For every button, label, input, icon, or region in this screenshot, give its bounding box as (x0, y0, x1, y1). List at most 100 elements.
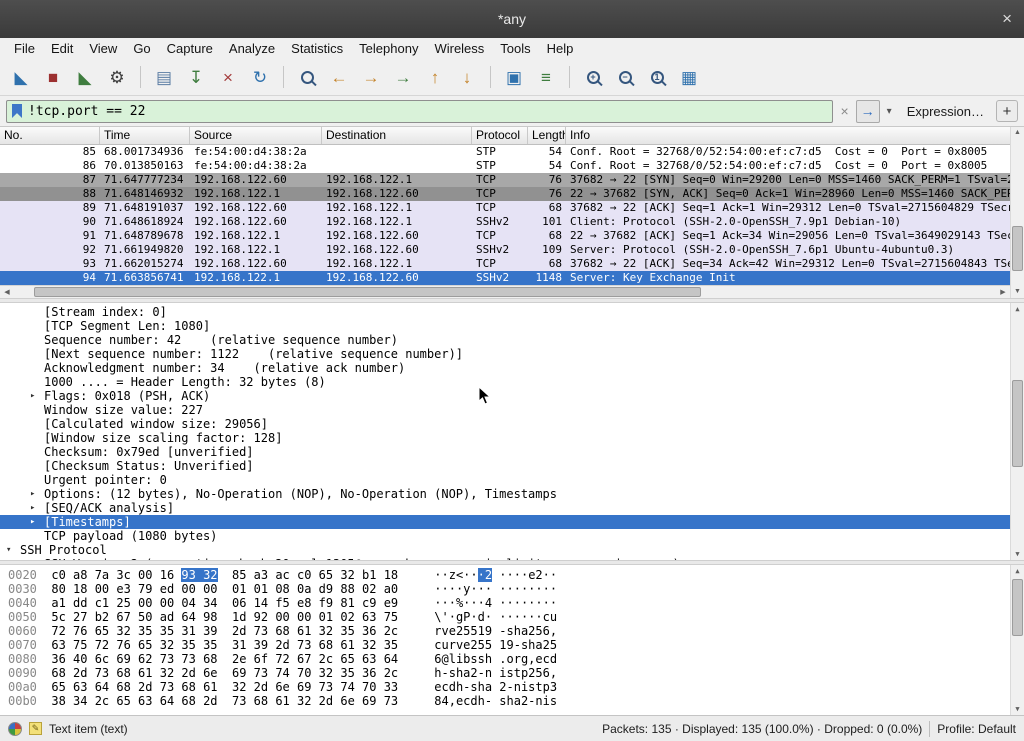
window-close-button[interactable]: × (1002, 9, 1012, 29)
filter-bookmark-icon[interactable] (12, 104, 22, 118)
tree-item[interactable]: ▸[SEQ/ACK analysis] (0, 501, 1010, 515)
capture-comment-icon[interactable]: ✎ (29, 722, 42, 735)
reload-icon[interactable]: ↻ (245, 62, 275, 92)
hex-row-0060[interactable]: 0060 72 76 65 32 35 35 31 39 2d 73 68 61… (8, 624, 1010, 638)
scroll-left-icon[interactable]: ◀ (0, 288, 14, 296)
expert-info-icon[interactable] (8, 722, 22, 736)
go-to-packet-icon[interactable]: → (388, 62, 418, 92)
autoscroll-icon[interactable]: ▣ (499, 62, 529, 92)
tree-item[interactable]: [TCP Segment Len: 1080] (0, 319, 1010, 333)
menu-wireless[interactable]: Wireless (426, 40, 492, 57)
tree-item[interactable]: [Stream index: 0] (0, 305, 1010, 319)
hex-selected-bytes[interactable]: 93 32 (181, 568, 217, 582)
vscroll-thumb[interactable] (1012, 579, 1023, 636)
menu-edit[interactable]: Edit (43, 40, 81, 57)
expression-button[interactable]: Expression… (899, 104, 992, 119)
hex-row-0070[interactable]: 0070 63 75 72 76 65 32 35 35 31 39 2d 73… (8, 638, 1010, 652)
packet-row-86[interactable]: 8670.013850163fe:54:00:d4:38:2aSTP54Conf… (0, 159, 1010, 173)
tree-item[interactable]: [Calculated window size: 29056] (0, 417, 1010, 431)
packet-row-88[interactable]: 8871.648146932192.168.122.1192.168.122.6… (0, 187, 1010, 201)
vscroll-thumb[interactable] (1012, 380, 1023, 467)
column-header-info[interactable]: Info (566, 127, 1010, 144)
tree-item[interactable]: TCP payload (1080 bytes) (0, 529, 1010, 543)
zoom-out-icon[interactable]: − (610, 62, 640, 92)
collapse-icon[interactable]: ▾ (6, 543, 11, 557)
display-filter-input[interactable]: !tcp.port == 22 (6, 100, 833, 123)
hex-row-00b0[interactable]: 00b0 38 34 2c 65 63 64 68 2d 73 68 61 32… (8, 694, 1010, 708)
capture-restart-icon[interactable]: ◣ (70, 62, 100, 92)
ascii-selected-chars[interactable]: ·2 (478, 568, 492, 582)
tree-item[interactable]: Checksum: 0x79ed [unverified] (0, 445, 1010, 459)
go-last-icon[interactable]: ↓ (452, 62, 482, 92)
tree-item[interactable]: 1000 .... = Header Length: 32 bytes (8) (0, 375, 1010, 389)
packet-row-92[interactable]: 9271.661949820192.168.122.1192.168.122.6… (0, 243, 1010, 257)
column-header-time[interactable]: Time (100, 127, 190, 144)
menu-capture[interactable]: Capture (159, 40, 221, 57)
tree-item[interactable]: SSH Version 2 (encryption:chacha20-poly1… (0, 557, 1010, 560)
find-packet-icon[interactable] (292, 62, 322, 92)
capture-options-icon[interactable]: ⚙ (102, 62, 132, 92)
menu-statistics[interactable]: Statistics (283, 40, 351, 57)
scroll-up-icon[interactable]: ▲ (1011, 303, 1024, 315)
bytes-vscrollbar[interactable]: ▲ ▼ (1010, 565, 1024, 715)
titlebar[interactable]: *any × (0, 0, 1024, 38)
menu-analyze[interactable]: Analyze (221, 40, 283, 57)
packet-row-93[interactable]: 9371.662015274192.168.122.60192.168.122.… (0, 257, 1010, 271)
hscroll-thumb[interactable] (34, 287, 702, 297)
tree-item[interactable]: Urgent pointer: 0 (0, 473, 1010, 487)
hex-row-0090[interactable]: 0090 68 2d 73 68 61 32 2d 6e 69 73 74 70… (8, 666, 1010, 680)
column-header-length[interactable]: Length (528, 127, 566, 144)
capture-stop-icon[interactable]: ■ (38, 62, 68, 92)
hex-row-0040[interactable]: 0040 a1 dd c1 25 00 00 04 34 06 14 f5 e8… (8, 596, 1010, 610)
column-header-protocol[interactable]: Protocol (472, 127, 528, 144)
tree-item[interactable]: Acknowledgment number: 34 (relative ack … (0, 361, 1010, 375)
tree-item[interactable]: [Window size scaling factor: 128] (0, 431, 1010, 445)
packet-list-hscrollbar[interactable]: ◀ ▶ (0, 285, 1010, 298)
expand-icon[interactable]: ▸ (30, 487, 35, 501)
file-open-icon[interactable]: ▤ (149, 62, 179, 92)
file-close-icon[interactable]: × (213, 62, 243, 92)
file-save-icon[interactable]: ↧ (181, 62, 211, 92)
packet-row-91[interactable]: 9171.648789678192.168.122.1192.168.122.6… (0, 229, 1010, 243)
hscroll-track[interactable] (14, 286, 996, 298)
column-header-source[interactable]: Source (190, 127, 322, 144)
scroll-down-icon[interactable]: ▼ (1011, 703, 1024, 715)
scroll-down-icon[interactable]: ▼ (1011, 548, 1024, 560)
go-first-icon[interactable]: ↑ (420, 62, 450, 92)
menu-telephony[interactable]: Telephony (351, 40, 426, 57)
go-forward-icon[interactable]: → (356, 62, 386, 92)
filter-clear-icon[interactable]: × (837, 103, 851, 119)
hex-row-00a0[interactable]: 00a0 65 63 64 68 2d 73 68 61 32 2d 6e 69… (8, 680, 1010, 694)
go-back-icon[interactable]: ← (324, 62, 354, 92)
packet-row-87[interactable]: 8771.647777234192.168.122.60192.168.122.… (0, 173, 1010, 187)
packet-row-94[interactable]: 9471.663856741192.168.122.1192.168.122.6… (0, 271, 1010, 285)
status-profile[interactable]: Profile: Default (937, 722, 1016, 736)
menu-help[interactable]: Help (539, 40, 582, 57)
scroll-up-icon[interactable]: ▲ (1011, 127, 1024, 139)
column-header-destination[interactable]: Destination (322, 127, 472, 144)
tree-item[interactable]: Window size value: 227 (0, 403, 1010, 417)
hex-row-0080[interactable]: 0080 36 40 6c 69 62 73 73 68 2e 6f 72 67… (8, 652, 1010, 666)
tree-item[interactable]: Sequence number: 42 (relative sequence n… (0, 333, 1010, 347)
menu-tools[interactable]: Tools (492, 40, 538, 57)
packet-list-vscrollbar[interactable]: ▲ ▼ (1010, 127, 1024, 298)
packet-row-85[interactable]: 8568.001734936fe:54:00:d4:38:2aSTP54Conf… (0, 145, 1010, 159)
resize-columns-icon[interactable]: ▦ (674, 62, 704, 92)
scroll-down-icon[interactable]: ▼ (1011, 286, 1024, 298)
menu-file[interactable]: File (6, 40, 43, 57)
tree-item[interactable]: ▸Flags: 0x018 (PSH, ACK) (0, 389, 1010, 403)
filter-history-dropdown[interactable]: ▾ (884, 106, 895, 117)
packet-row-90[interactable]: 9071.648618924192.168.122.60192.168.122.… (0, 215, 1010, 229)
hex-row-0050[interactable]: 0050 5c 27 b2 67 50 ad 64 98 1d 92 00 00… (8, 610, 1010, 624)
capture-start-icon[interactable]: ◣ (6, 62, 36, 92)
vscroll-thumb[interactable] (1012, 226, 1023, 270)
filter-apply-button[interactable]: → (856, 100, 880, 123)
menu-view[interactable]: View (81, 40, 125, 57)
expand-icon[interactable]: ▸ (30, 501, 35, 515)
display-filter-value[interactable]: !tcp.port == 22 (28, 104, 827, 119)
tree-item[interactable]: [Next sequence number: 1122 (relative se… (0, 347, 1010, 361)
zoom-in-icon[interactable]: + (578, 62, 608, 92)
expand-icon[interactable]: ▸ (30, 515, 35, 529)
zoom-100-icon[interactable]: 1 (642, 62, 672, 92)
tree-item[interactable]: [Checksum Status: Unverified] (0, 459, 1010, 473)
